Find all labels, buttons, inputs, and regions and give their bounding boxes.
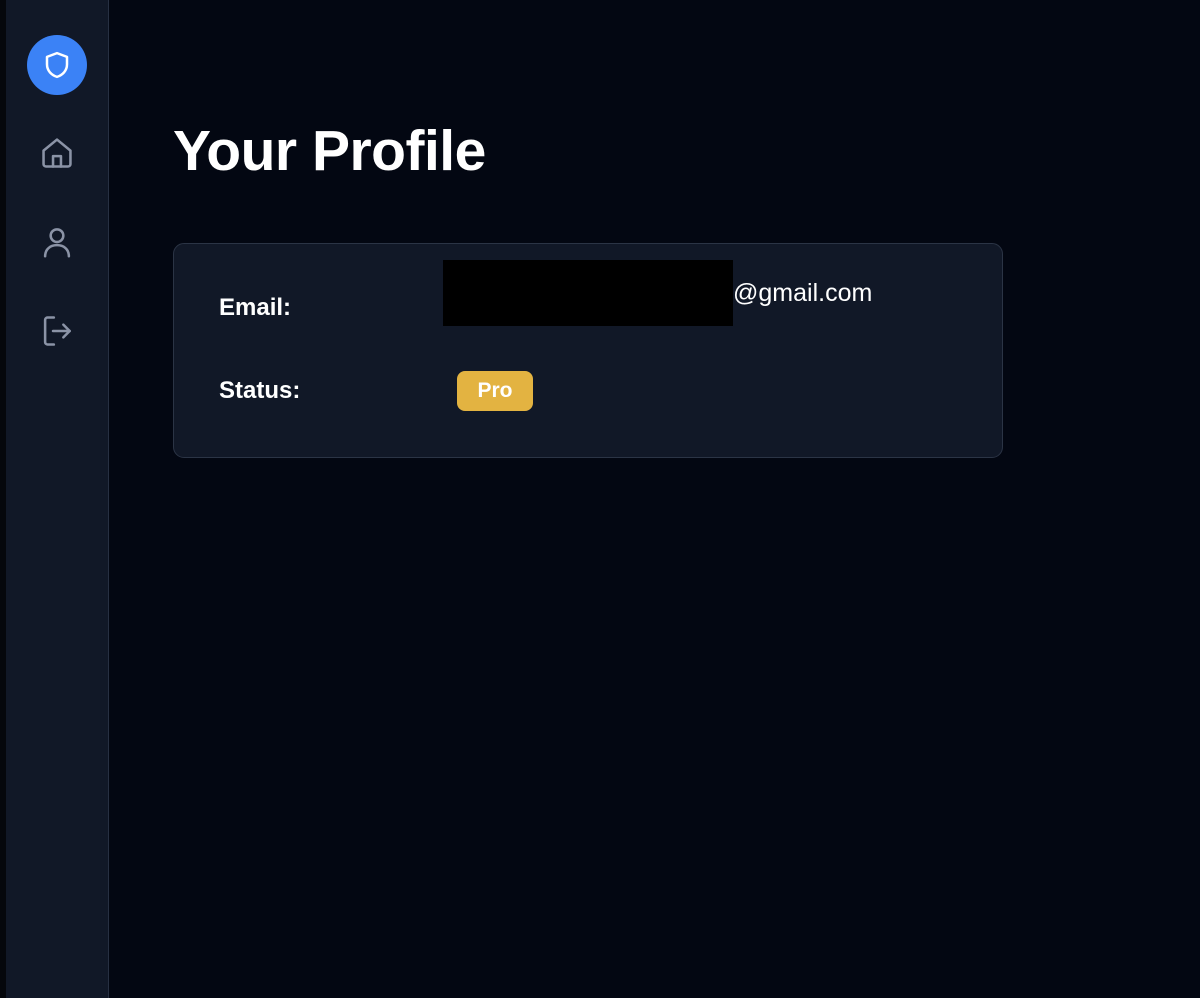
status-label: Status: <box>219 377 301 404</box>
status-badge: Pro <box>457 371 533 411</box>
shield-icon <box>42 50 72 80</box>
sidebar-item-home[interactable] <box>35 131 79 175</box>
sidebar <box>6 0 109 998</box>
main-content: Your Profile Email: @gmail.com Status: P… <box>109 0 1200 998</box>
sidebar-item-logout[interactable] <box>35 309 79 353</box>
app-logo[interactable] <box>27 35 87 95</box>
email-label: Email: <box>219 294 292 321</box>
logout-icon <box>38 312 76 350</box>
sidebar-item-profile[interactable] <box>35 220 79 264</box>
profile-card: Email: @gmail.com Status: Pro <box>173 243 1003 458</box>
email-value: @gmail.com <box>443 260 872 326</box>
page-title: Your Profile <box>173 119 486 183</box>
home-icon <box>38 134 76 172</box>
email-domain: @gmail.com <box>733 279 873 307</box>
redacted-block <box>443 260 733 326</box>
user-icon <box>38 223 76 261</box>
